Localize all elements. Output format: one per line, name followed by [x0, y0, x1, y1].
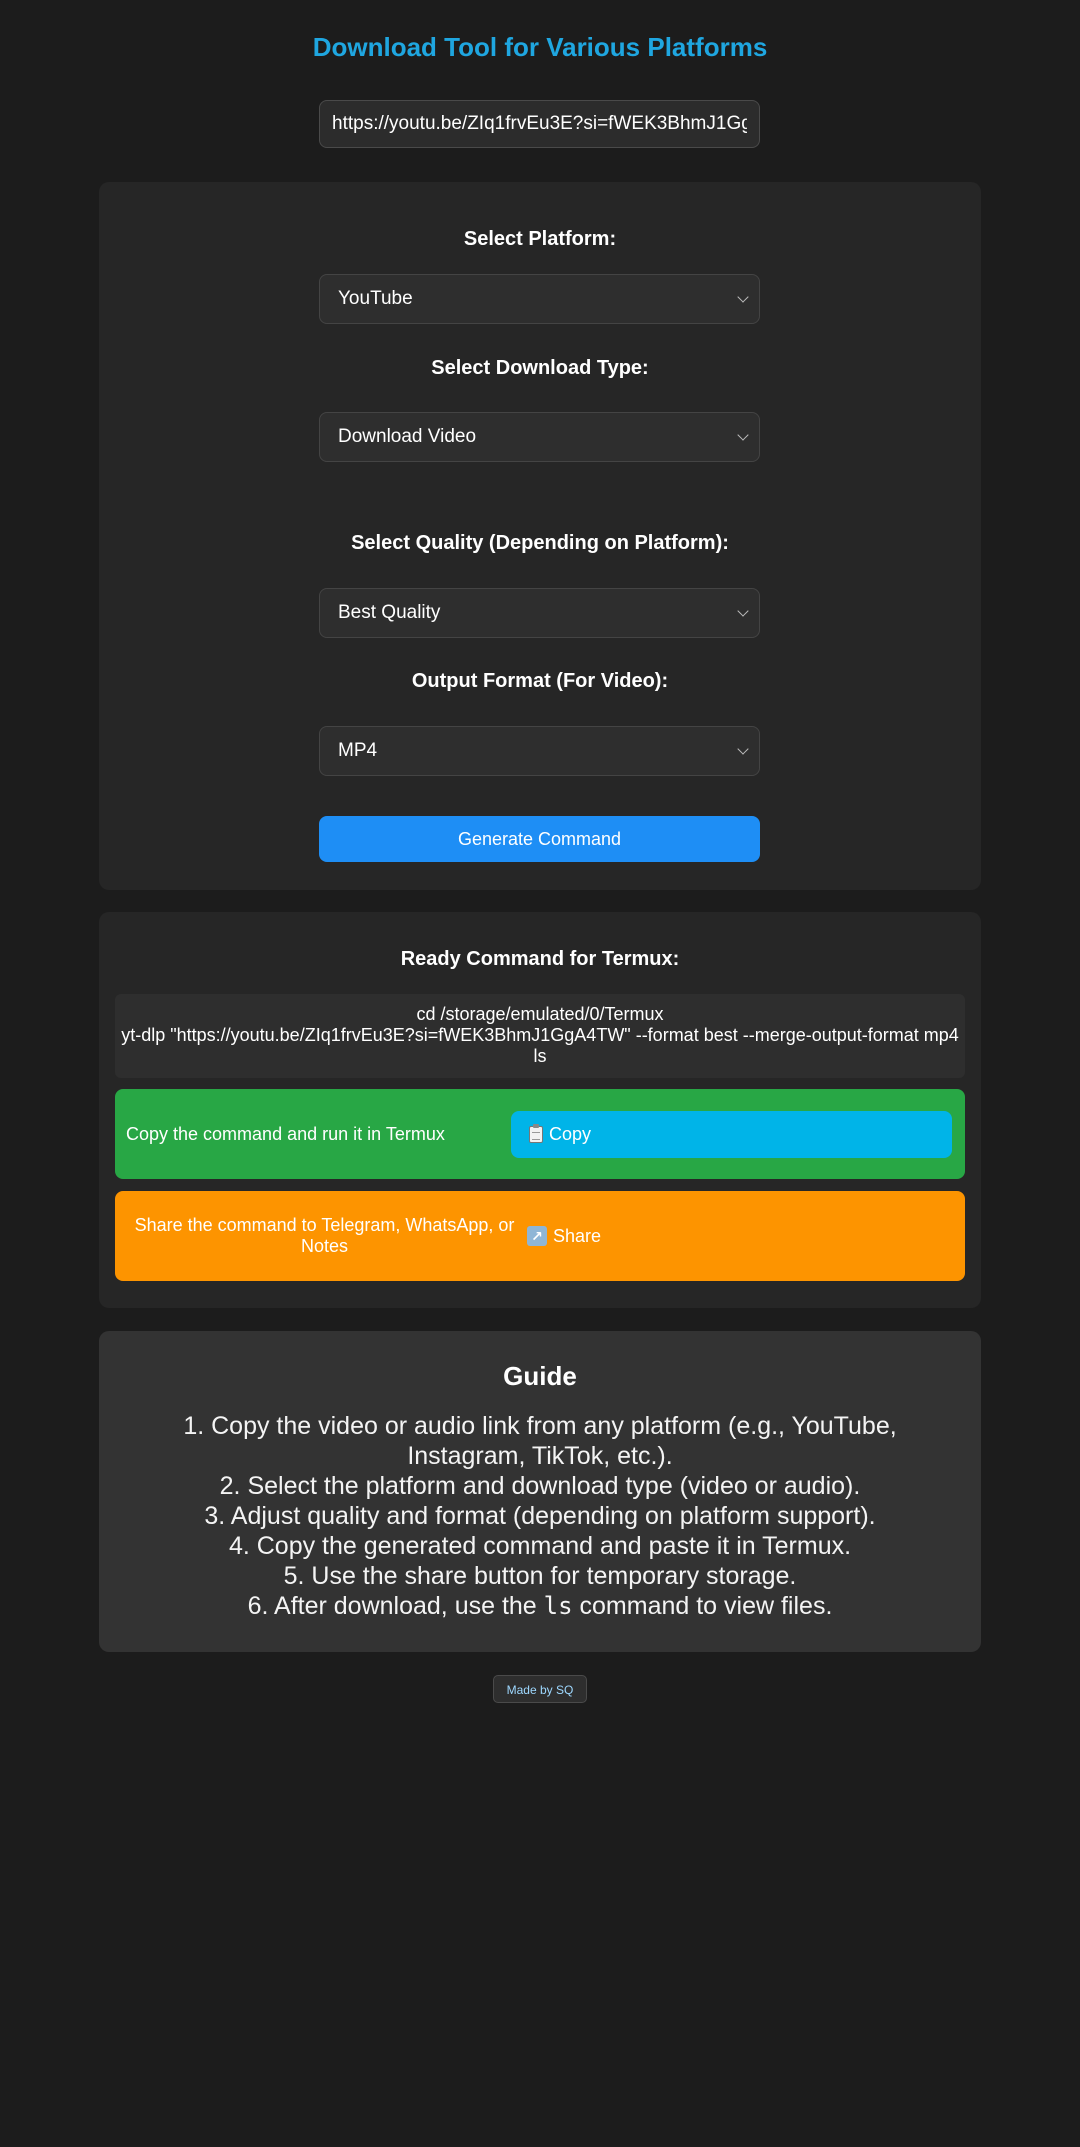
copy-button[interactable]: Copy: [511, 1111, 952, 1158]
options-card: Select Platform: YouTube Select Download…: [99, 182, 981, 890]
share-arrow-icon: ↗: [527, 1226, 547, 1246]
page: Download Tool for Various Platforms Sele…: [0, 0, 1080, 2147]
url-input[interactable]: [319, 100, 760, 148]
copy-hint: Copy the command and run it in Termux: [126, 1123, 445, 1144]
chevron-down-icon: [737, 742, 749, 755]
command-line: yt-dlp "https://youtu.be/ZIq1frvEu3E?si=…: [121, 1025, 959, 1045]
copy-row: Copy the command and run it in Termux Co…: [115, 1089, 965, 1179]
share-button-label: Share: [553, 1225, 602, 1246]
guide-title: Guide: [503, 1361, 577, 1391]
copy-button-label: Copy: [549, 1124, 592, 1144]
guide-card: Guide 1. Copy the video or audio link fr…: [99, 1331, 981, 1652]
output-format-select[interactable]: MP4: [319, 726, 760, 776]
share-hint: Share the command to Telegram, WhatsApp,…: [134, 1215, 515, 1256]
download-type-label: Select Download Type:: [431, 357, 649, 379]
platform-label: Select Platform:: [463, 228, 617, 250]
command-line: cd /storage/emulated/0/Termux: [416, 1004, 664, 1024]
command-output: cd /storage/emulated/0/Termux yt-dlp "ht…: [115, 994, 965, 1078]
chevron-down-icon: [737, 290, 749, 303]
guide-step: 1. Copy the video or audio link from any…: [183, 1412, 897, 1470]
clipboard-icon: [529, 1124, 543, 1143]
command-heading: Ready Command for Termux:: [400, 948, 680, 970]
chevron-down-icon: [737, 428, 749, 441]
ls-code: ls: [543, 1592, 573, 1620]
guide-step: 5. Use the share button for temporary st…: [283, 1562, 797, 1590]
platform-selected-value: YouTube: [338, 288, 413, 309]
command-card: Ready Command for Termux: cd /storage/em…: [99, 912, 981, 1308]
made-by-badge: Made by SQ: [493, 1675, 587, 1703]
output-format-label: Output Format (For Video):: [411, 670, 669, 692]
guide-step-text: 6. After download, use the: [247, 1592, 537, 1620]
quality-select[interactable]: Best Quality: [319, 588, 760, 638]
guide-step: 2. Select the platform and download type…: [219, 1472, 861, 1500]
guide-step: 4. Copy the generated command and paste …: [228, 1532, 852, 1560]
share-button[interactable]: ↗ Share: [527, 1222, 601, 1250]
page-title: Download Tool for Various Platforms: [312, 32, 768, 62]
quality-selected-value: Best Quality: [338, 602, 441, 623]
download-type-select[interactable]: Download Video: [319, 412, 760, 462]
download-type-selected-value: Download Video: [338, 426, 477, 447]
generate-command-button[interactable]: Generate Command: [319, 816, 760, 862]
guide-steps: 1. Copy the video or audio link from any…: [149, 1411, 931, 1621]
platform-select[interactable]: YouTube: [319, 274, 760, 324]
guide-step: 3. Adjust quality and format (depending …: [204, 1502, 876, 1530]
guide-step: 6. After download, use the ls command to…: [149, 1591, 931, 1621]
quality-label: Select Quality (Depending on Platform):: [351, 532, 729, 554]
output-format-selected-value: MP4: [338, 740, 378, 761]
guide-step-text: command to view files.: [579, 1592, 833, 1620]
share-row: Share the command to Telegram, WhatsApp,…: [115, 1191, 965, 1281]
chevron-down-icon: [737, 604, 749, 617]
command-line: ls: [533, 1046, 547, 1066]
